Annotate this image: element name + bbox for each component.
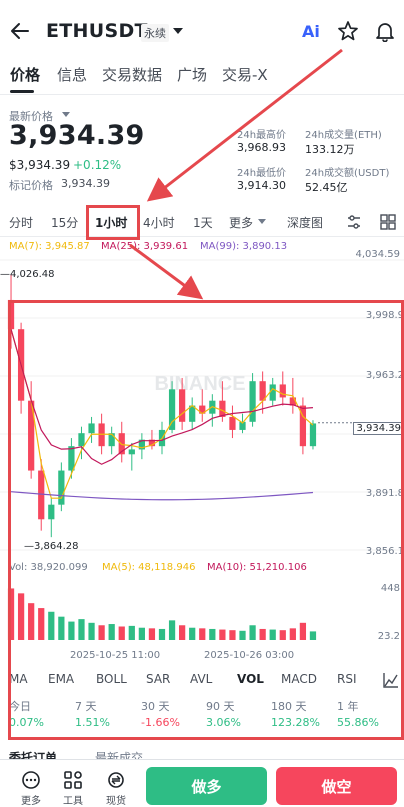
stat-low: 3,914.30 [237,179,286,192]
last-price-dropdown-icon[interactable] [62,112,70,118]
stat-vol-eth-label: 24h成交量(ETH) [305,130,382,141]
indicator-settings-icon[interactable] [346,214,362,230]
intervals-divider [0,236,404,237]
tab-price[interactable]: 价格 [10,64,40,85]
mark-price: 3,934.39 [61,177,110,190]
tab-orders[interactable]: 委托订单 [9,749,57,759]
nav-tools-label: 工具 [63,796,83,807]
tab-trade-x[interactable]: 交易-X [222,64,268,85]
interval-4h[interactable]: 4小时 [143,214,175,231]
grid-layout-icon[interactable] [380,214,396,230]
stat-low-label: 24h最低价 [237,168,287,179]
stat-vol-usdt: 52.45亿 [305,181,348,194]
star-favorite-icon[interactable] [337,20,359,42]
symbol-dropdown-icon[interactable] [173,27,183,35]
mark-price-label: 标记价格 [9,179,53,192]
usd-price: $3,934.39 [9,158,71,172]
tab-latest-trades[interactable]: 最新成交 [95,749,143,759]
tab-info[interactable]: 信息 [57,64,87,85]
nav-more[interactable]: 更多 [11,770,51,807]
symbol-title[interactable]: ETHUSDT [46,20,148,42]
tabs-divider [0,94,404,95]
nav-more-label: 更多 [21,796,41,807]
annotation-highlight-chart [8,300,404,740]
stat-high-label: 24h最高价 [237,130,287,141]
tab-square[interactable]: 广场 [177,64,207,85]
back-arrow-icon[interactable] [10,22,30,40]
stat-vol-eth: 133.12万 [305,143,355,156]
more-dropdown-icon[interactable] [258,219,266,225]
price-change: +0.12% [73,158,122,172]
high-marker: —4,026.48 [0,269,55,280]
top-bar: ETHUSDT 永续 Ai [0,0,404,60]
annotation-highlight-interval [86,205,140,240]
ai-icon[interactable]: Ai [302,22,320,41]
contract-type-badge: 永续 [141,24,169,42]
interval-depth[interactable]: 深度图 [287,214,335,231]
interval-line[interactable]: 分时 [9,214,33,231]
more-circle-icon [22,771,40,789]
tools-grid-icon [64,771,82,789]
short-button[interactable]: 做空 [276,767,397,805]
tab-trading-data[interactable]: 交易数据 [102,64,162,85]
interval-more[interactable]: 更多 [229,214,253,231]
price-axis-label: 4,034.59 [355,249,400,260]
bell-icon[interactable] [374,20,396,42]
long-button[interactable]: 做多 [146,767,267,805]
main-tabs: 价格 信息 交易数据 广场 交易-X [0,64,404,93]
active-tab-indicator [10,90,34,93]
interval-15m[interactable]: 15分 [51,214,78,231]
stat-high: 3,968.93 [237,141,286,154]
interval-1d[interactable]: 1天 [193,214,213,231]
spot-exchange-icon [108,772,124,788]
nav-spot-label: 现货 [106,796,126,807]
nav-tools[interactable]: 工具 [53,770,93,807]
last-price: 3,934.39 [9,120,145,151]
stat-vol-usdt-label: 24h成交额(USDT) [305,168,390,179]
nav-spot[interactable]: 现货 [96,770,136,807]
